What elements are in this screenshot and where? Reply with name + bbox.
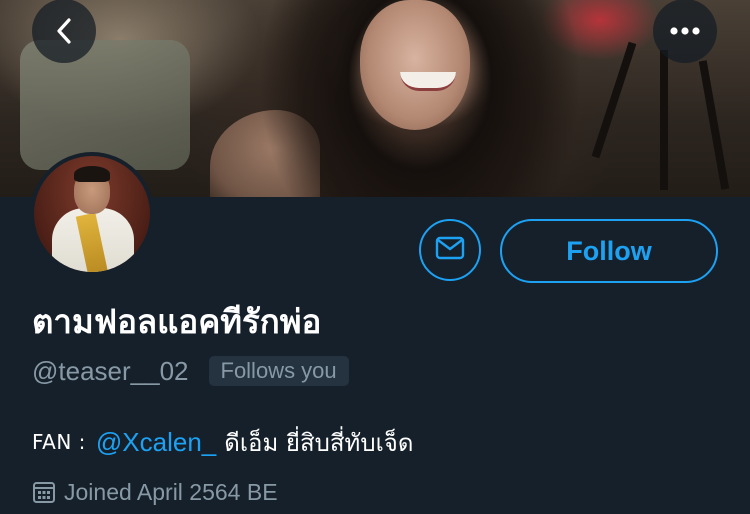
bio: FAN : @Xcalen_ ดีเอ็ม ยี่สิบสี่ทับเจ็ด [32,420,413,464]
avatar-image [34,156,150,272]
banner-stool-leg [591,41,637,159]
joined-date: Joined April 2564 BE [64,478,278,505]
calendar-icon [32,480,64,504]
follow-button[interactable]: Follow [500,219,718,283]
display-name: ตามฟอลแอคทีรักพ่อ [32,302,322,341]
user-handle: @teaser__02 [32,355,189,386]
bio-mention-link[interactable]: @Xcalen_ [96,427,216,458]
avatar[interactable] [30,152,154,276]
profile-page: Follow ตามฟอลแอคทีรักพ่อ @teaser__02 Fol… [0,0,750,514]
envelope-icon [435,236,465,264]
banner-stool-leg [698,60,730,190]
handle-row: @teaser__02 Follows you [32,352,349,390]
banner-face [360,0,470,130]
banner-stool-leg [660,50,668,190]
message-button[interactable] [419,219,481,281]
more-horizontal-icon [669,26,701,36]
bio-text: ดีเอ็ม ยี่สิบสี่ทับเจ็ด [224,428,414,457]
follows-you-badge: Follows you [208,356,349,386]
more-options-button[interactable] [653,0,717,63]
chevron-left-icon [54,16,74,46]
back-button[interactable] [32,0,96,63]
bio-prefix: FAN : [32,430,86,454]
joined-date-row: Joined April 2564 BE [32,474,278,510]
avatar-hair [74,166,110,182]
banner-chair [20,40,190,170]
